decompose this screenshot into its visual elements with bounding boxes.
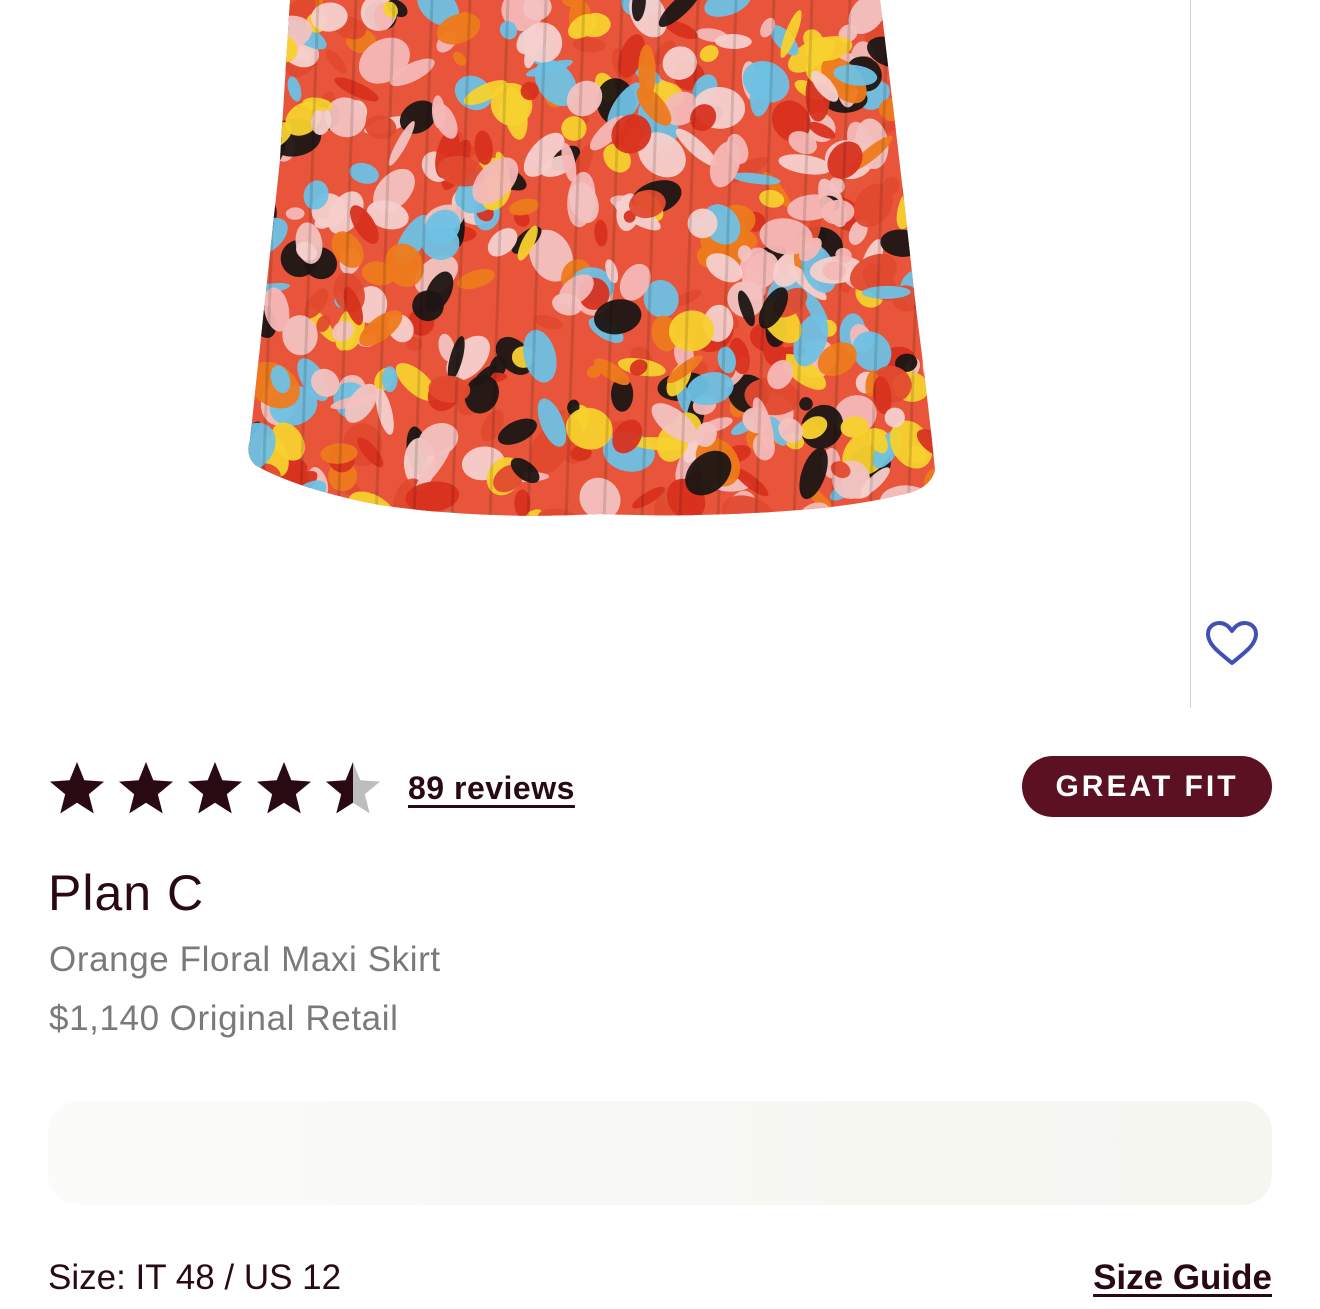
star-full-icon — [119, 762, 173, 814]
product-photo — [248, 0, 936, 516]
star-full-icon — [188, 762, 242, 814]
reviews-link[interactable]: 89 reviews — [408, 770, 575, 807]
star-full-icon — [257, 762, 311, 814]
product-image-carousel[interactable] — [0, 0, 1190, 708]
star-rating — [48, 759, 382, 817]
favorite-button[interactable] — [1200, 614, 1264, 672]
next-image-peek[interactable] — [1190, 0, 1320, 708]
brand-name[interactable]: Plan C — [48, 864, 204, 922]
retail-price: $1,140 — [49, 999, 160, 1038]
size-guide-link[interactable]: Size Guide — [1093, 1258, 1272, 1298]
retail-price-row: $1,140 Original Retail — [49, 999, 398, 1039]
product-detail-page: 89 reviews GREAT FIT Plan C Orange Flora… — [0, 0, 1320, 1309]
size-selection-label[interactable]: Size: IT 48 / US 12 — [48, 1258, 341, 1298]
promo-banner-placeholder — [48, 1101, 1272, 1205]
rating-row: 89 reviews — [48, 752, 575, 824]
heart-outline-icon — [1206, 621, 1258, 665]
star-full-icon — [50, 762, 104, 814]
retail-label: Original Retail — [169, 999, 399, 1038]
fit-badge: GREAT FIT — [1022, 756, 1272, 817]
star-half-icon — [326, 762, 380, 814]
product-name: Orange Floral Maxi Skirt — [49, 940, 441, 979]
